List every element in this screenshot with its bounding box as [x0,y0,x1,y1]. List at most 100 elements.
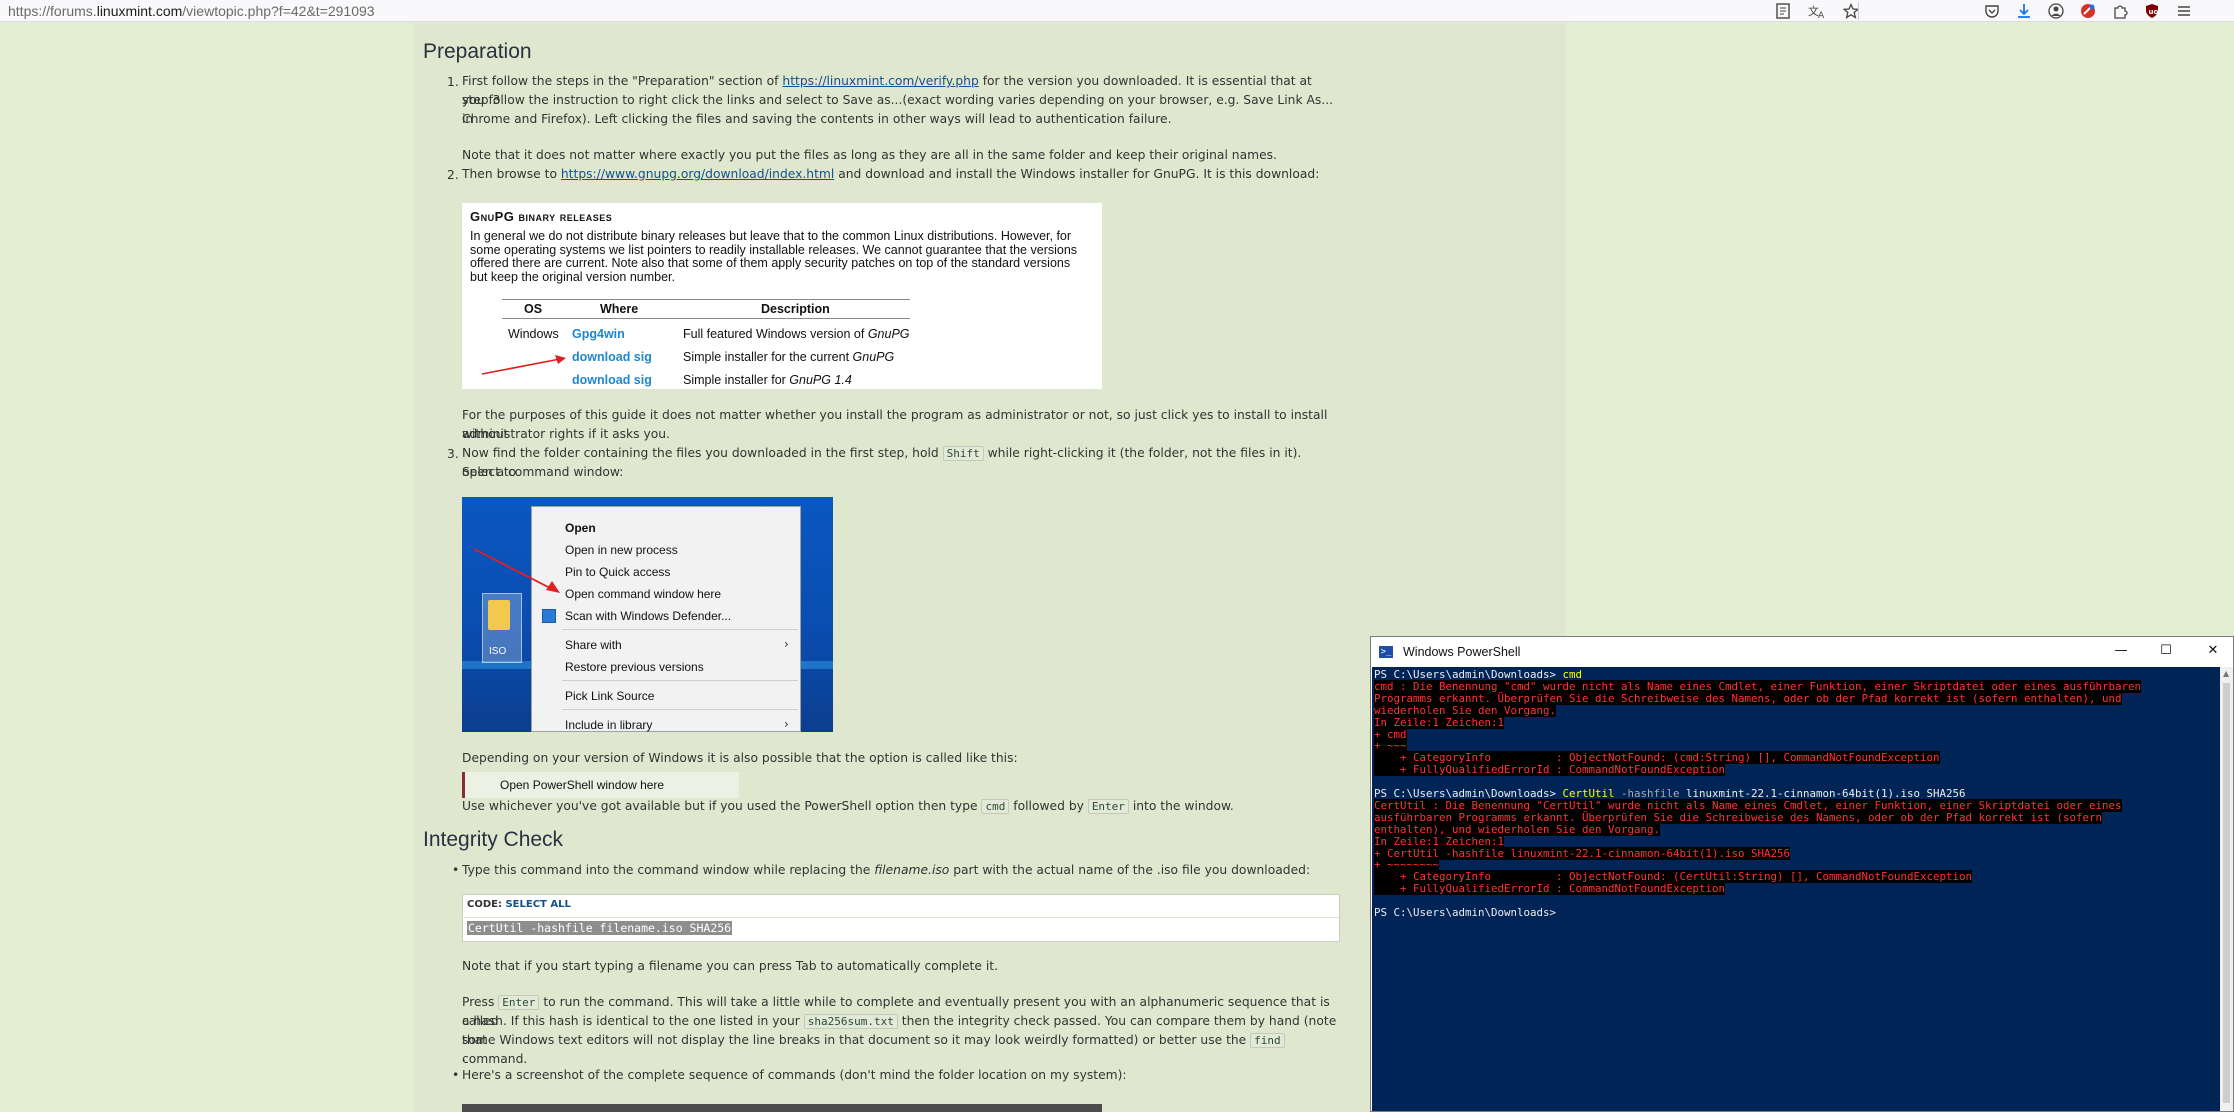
svg-text:A: A [1818,11,1825,19]
ublock-icon[interactable]: uo [2142,2,2162,20]
url-path: /viewtopic.php?f=42&t=291093 [182,2,375,19]
enter-key-code: Enter [1087,799,1129,814]
gnupg-releases-image: GnuPG binary releases In general we do n… [462,203,1102,389]
powershell-console[interactable]: PS C:\Users\admin\Downloads> cmd cmd : Di… [1372,667,2220,1111]
bullet1-text: Type this command into the command windo… [462,861,1342,880]
ctx-restore-versions: Restore previous versions [565,660,704,674]
console-error-text: wiederholen Sie den Vorgang. [1374,703,1557,717]
ctx-separator [562,629,798,630]
console-prompt-line: PS C:\Users\admin\Downloads> [1374,907,1563,919]
powershell-option-quote: Open PowerShell window here [462,772,739,798]
press-l3-a: some Windows text editors will not displ… [462,1033,1251,1047]
ctx-open-new-process: Open in new process [565,543,678,557]
iso-folder-label: ISO [489,646,507,657]
gnupg-download-link[interactable]: https://www.gnupg.org/download/index.htm… [561,167,834,181]
step2-text-a: Then browse to [462,167,561,181]
console-error-text: Programms erkannt. Überprüfen Sie die Sc… [1374,691,2122,705]
scroll-up-icon[interactable]: ▲ [2223,669,2229,678]
powershell-option-label: Open PowerShell window here [500,778,665,792]
ctx-separator [562,709,798,710]
ctx-open-command-window: Open command window here [565,587,722,601]
gnupg-row3-desc: Simple installer for GnuPG 1.4 [683,373,852,387]
gpg4win-link: Gpg4win [572,327,625,341]
ctx-open: Open [565,521,596,535]
maximize-button[interactable]: ☐ [2156,641,2176,661]
minimize-button[interactable]: — [2111,641,2131,661]
console-error-text: enthalten), und wiederholen Sie den Vorg… [1374,822,1661,836]
ctx-share-with: Share with [565,638,622,652]
select-all-link[interactable]: SELECT ALL [505,899,570,910]
toolbar-separator [1858,2,1859,20]
gnupg-row1-desc-b: GnuPG [867,327,910,341]
use-text-b: followed by [1009,799,1088,813]
step3-line2: open a command window: [462,465,624,479]
ctx-include-library: Include in library [565,718,653,732]
console-error-line: cmd : Die Benennung "cmd" wurde nicht al… [1374,679,2142,693]
gnupg-row1-os: Windows [508,327,559,341]
menu-icon[interactable] [2174,2,2194,20]
console-error-text: ausführbaren Programms erkannt. Überprüf… [1374,810,2103,824]
verify-link[interactable]: https://linuxmint.com/verify.php [782,74,978,88]
powershell-window[interactable]: >_ Windows PowerShell — ☐ ✕ PS C:\Users\… [1370,636,2234,1112]
step1-line3: Chrome and Firefox). Left clicking the f… [462,112,1172,126]
find-code: find [1250,1033,1285,1048]
console-error-line: In Zeile:1 Zeichen:1 [1374,715,1505,729]
step2-number: 2. [447,168,459,182]
sha256sum-code: sha256sum.txt [803,1014,898,1029]
use-text-c: into the window. [1128,799,1234,813]
pocket-icon[interactable] [1982,2,2002,20]
powershell-title: Windows PowerShell [1403,645,1521,659]
bullet-dot: • [452,1068,460,1082]
press-l3-b: command. [462,1052,528,1066]
console-error-line: ausführbaren Programms erkannt. Überprüf… [1374,810,2103,824]
extensions-icon[interactable] [2110,2,2130,20]
step2-note-line2: administrator rights if it asks you. [462,427,670,441]
step1-text-a: First follow the steps in the "Preparati… [462,74,783,88]
code-divider [463,917,1339,918]
console-error-text: + FullyQualifiedErrorId : CommandNotFoun… [1374,763,1726,777]
console-prompt: PS C:\Users\admin\Downloads> [1374,906,1563,919]
sequence-screenshot-image [462,1104,1102,1112]
stray-dot: . [462,1050,466,1064]
reader-view-icon[interactable] [1773,2,1793,20]
gnupg-row2-desc-b: GnuPG [852,350,895,364]
url-prefix: https://forums. [8,2,97,19]
console-error-line: + FullyQualifiedErrorId : CommandNotFoun… [1374,882,1726,896]
browser-url-bar[interactable]: https://forums.linuxmint.com/viewtopic.p… [0,0,2234,22]
download-sig-link-14: download sig [572,373,652,387]
bullet2-text: Here's a screenshot of the complete sequ… [462,1068,1127,1082]
red-arrow-icon [481,355,566,375]
powershell-titlebar[interactable]: >_ Windows PowerShell — ☐ ✕ [1371,637,2233,667]
shift-key-code: Shift [942,446,984,461]
url-domain: linuxmint.com [96,2,183,19]
url-text[interactable]: https://forums.linuxmint.com/viewtopic.p… [0,3,375,19]
console-error-text: cmd : Die Benennung "cmd" wurde nicht al… [1374,679,2142,693]
console-error-text: In Zeile:1 Zeichen:1 [1374,715,1505,729]
translate-icon[interactable]: 文A [1807,2,1827,20]
heading-preparation: Preparation [423,40,532,63]
windows-defender-icon [542,609,556,623]
use-text-a: Use whichever you've got available but i… [462,799,982,813]
console-error-line: enthalten), und wiederholen Sie den Vorg… [1374,822,1661,836]
gnupg-header-where: Where [600,302,639,316]
step3-number: 3. [447,447,459,461]
console-error-line: wiederholen Sie den Vorgang. [1374,703,1557,717]
extension-red-icon[interactable] [2078,2,2098,20]
press-l2-a: a hash. If this hash is identical to the… [462,1014,804,1028]
gnupg-table-header-rule [502,318,910,319]
close-button[interactable]: ✕ [2203,641,2223,661]
folder-icon [488,600,510,630]
chevron-right-icon: › [784,717,789,731]
gnupg-row1-desc-a: Full featured Windows version of [683,327,868,341]
downloads-icon[interactable] [2014,2,2034,20]
powershell-scrollbar[interactable]: ▲ [2220,667,2233,1111]
scrollbar-thumb[interactable] [2223,683,2230,1103]
step2-text-b: and download and install the Windows ins… [834,167,1320,181]
code-header: CODE: SELECT ALL [467,899,571,910]
account-icon[interactable] [2046,2,2066,20]
gnupg-row2-desc: Simple installer for the current GnuPG [683,350,894,364]
console-error-line: + FullyQualifiedErrorId : CommandNotFoun… [1374,763,1726,777]
use-instruction: Use whichever you've got available but i… [462,797,1342,816]
context-menu: Open Open in new process Pin to Quick ac… [531,506,801,732]
code-text[interactable]: CertUtil -hashfile filename.iso SHA256 [467,921,733,935]
